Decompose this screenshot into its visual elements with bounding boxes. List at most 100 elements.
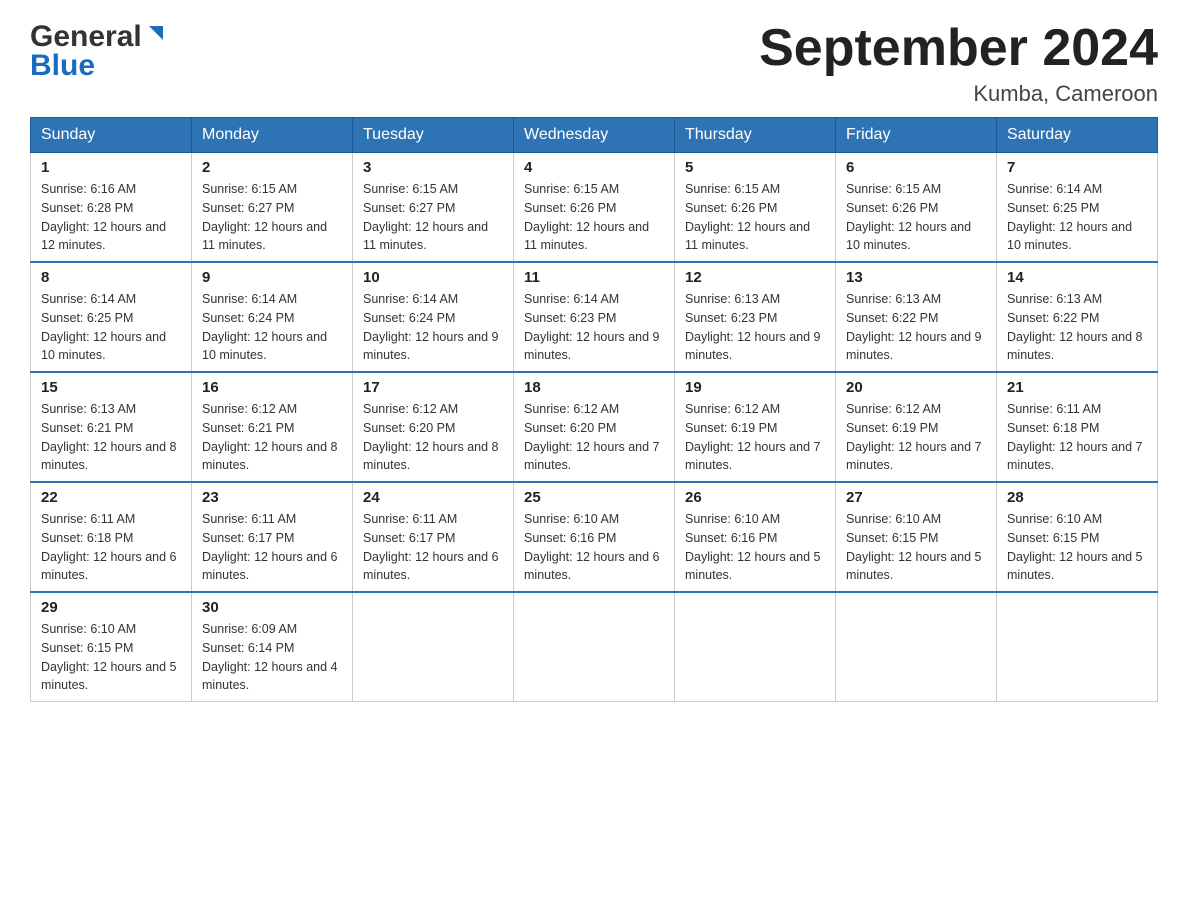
- day-number: 28: [1007, 489, 1147, 506]
- day-info: Sunrise: 6:10 AMSunset: 6:15 PMDaylight:…: [1007, 510, 1147, 585]
- title-section: September 2024 Kumba, Cameroon: [759, 20, 1158, 107]
- day-info: Sunrise: 6:12 AMSunset: 6:19 PMDaylight:…: [846, 400, 986, 475]
- day-number: 15: [41, 379, 181, 396]
- calendar-header-monday: Monday: [192, 118, 353, 153]
- calendar-cell: 28 Sunrise: 6:10 AMSunset: 6:15 PMDayligh…: [997, 482, 1158, 592]
- calendar-cell: 5 Sunrise: 6:15 AMSunset: 6:26 PMDaylight…: [675, 153, 836, 263]
- day-number: 12: [685, 269, 825, 286]
- calendar-cell: [836, 592, 997, 702]
- day-number: 21: [1007, 379, 1147, 396]
- calendar-cell: 17 Sunrise: 6:12 AMSunset: 6:20 PMDayligh…: [353, 372, 514, 482]
- day-info: Sunrise: 6:14 AMSunset: 6:23 PMDaylight:…: [524, 290, 664, 365]
- day-number: 10: [363, 269, 503, 286]
- day-number: 27: [846, 489, 986, 506]
- calendar-week-row: 29Sunrise: 6:10 AMSunset: 6:15 PMDayligh…: [31, 592, 1158, 702]
- calendar-cell: 25 Sunrise: 6:10 AMSunset: 6:16 PMDayligh…: [514, 482, 675, 592]
- calendar-cell: [353, 592, 514, 702]
- day-number: 22: [41, 489, 181, 506]
- calendar-cell: 23Sunrise: 6:11 AMSunset: 6:17 PMDayligh…: [192, 482, 353, 592]
- day-number: 9: [202, 269, 342, 286]
- month-title: September 2024: [759, 20, 1158, 77]
- calendar-cell: 14Sunrise: 6:13 AMSunset: 6:22 PMDayligh…: [997, 262, 1158, 372]
- calendar-table: SundayMondayTuesdayWednesdayThursdayFrid…: [30, 117, 1158, 702]
- day-number: 8: [41, 269, 181, 286]
- calendar-cell: 4 Sunrise: 6:15 AMSunset: 6:26 PMDaylight…: [514, 153, 675, 263]
- day-info: Sunrise: 6:15 AMSunset: 6:27 PMDaylight:…: [363, 180, 503, 255]
- calendar-cell: 18 Sunrise: 6:12 AMSunset: 6:20 PMDayligh…: [514, 372, 675, 482]
- day-info: Sunrise: 6:12 AMSunset: 6:21 PMDaylight:…: [202, 400, 342, 475]
- calendar-cell: 19Sunrise: 6:12 AMSunset: 6:19 PMDayligh…: [675, 372, 836, 482]
- day-info: Sunrise: 6:16 AMSunset: 6:28 PMDaylight:…: [41, 180, 181, 255]
- day-number: 11: [524, 269, 664, 286]
- day-number: 5: [685, 159, 825, 176]
- day-info: Sunrise: 6:10 AMSunset: 6:15 PMDaylight:…: [41, 620, 181, 695]
- day-number: 13: [846, 269, 986, 286]
- logo: General Blue: [30, 20, 167, 83]
- calendar-cell: [675, 592, 836, 702]
- calendar-cell: 24Sunrise: 6:11 AMSunset: 6:17 PMDayligh…: [353, 482, 514, 592]
- day-info: Sunrise: 6:15 AMSunset: 6:26 PMDaylight:…: [524, 180, 664, 255]
- calendar-cell: 21 Sunrise: 6:11 AMSunset: 6:18 PMDayligh…: [997, 372, 1158, 482]
- day-info: Sunrise: 6:11 AMSunset: 6:17 PMDaylight:…: [202, 510, 342, 585]
- day-number: 4: [524, 159, 664, 176]
- calendar-cell: 1 Sunrise: 6:16 AMSunset: 6:28 PMDaylight…: [31, 153, 192, 263]
- day-info: Sunrise: 6:13 AMSunset: 6:21 PMDaylight:…: [41, 400, 181, 475]
- calendar-cell: 29Sunrise: 6:10 AMSunset: 6:15 PMDayligh…: [31, 592, 192, 702]
- calendar-cell: 26 Sunrise: 6:10 AMSunset: 6:16 PMDayligh…: [675, 482, 836, 592]
- day-number: 1: [41, 159, 181, 176]
- day-number: 6: [846, 159, 986, 176]
- day-info: Sunrise: 6:14 AMSunset: 6:24 PMDaylight:…: [202, 290, 342, 365]
- day-info: Sunrise: 6:10 AMSunset: 6:16 PMDaylight:…: [685, 510, 825, 585]
- logo-arrow-icon: [145, 22, 167, 49]
- day-number: 26: [685, 489, 825, 506]
- day-info: Sunrise: 6:12 AMSunset: 6:20 PMDaylight:…: [363, 400, 503, 475]
- day-info: Sunrise: 6:15 AMSunset: 6:26 PMDaylight:…: [685, 180, 825, 255]
- calendar-cell: 9 Sunrise: 6:14 AMSunset: 6:24 PMDaylight…: [192, 262, 353, 372]
- logo-blue-text: Blue: [30, 49, 95, 83]
- calendar-cell: 7 Sunrise: 6:14 AMSunset: 6:25 PMDaylight…: [997, 153, 1158, 263]
- calendar-cell: [997, 592, 1158, 702]
- calendar-cell: 16 Sunrise: 6:12 AMSunset: 6:21 PMDayligh…: [192, 372, 353, 482]
- calendar-cell: 8 Sunrise: 6:14 AMSunset: 6:25 PMDaylight…: [31, 262, 192, 372]
- day-info: Sunrise: 6:15 AMSunset: 6:27 PMDaylight:…: [202, 180, 342, 255]
- day-info: Sunrise: 6:10 AMSunset: 6:16 PMDaylight:…: [524, 510, 664, 585]
- calendar-cell: 11 Sunrise: 6:14 AMSunset: 6:23 PMDayligh…: [514, 262, 675, 372]
- day-number: 14: [1007, 269, 1147, 286]
- day-info: Sunrise: 6:14 AMSunset: 6:24 PMDaylight:…: [363, 290, 503, 365]
- calendar-header-tuesday: Tuesday: [353, 118, 514, 153]
- day-number: 2: [202, 159, 342, 176]
- day-number: 17: [363, 379, 503, 396]
- calendar-header-saturday: Saturday: [997, 118, 1158, 153]
- calendar-cell: 2 Sunrise: 6:15 AMSunset: 6:27 PMDaylight…: [192, 153, 353, 263]
- day-number: 18: [524, 379, 664, 396]
- calendar-week-row: 22 Sunrise: 6:11 AMSunset: 6:18 PMDayligh…: [31, 482, 1158, 592]
- calendar-cell: 30 Sunrise: 6:09 AMSunset: 6:14 PMDayligh…: [192, 592, 353, 702]
- calendar-week-row: 15 Sunrise: 6:13 AMSunset: 6:21 PMDayligh…: [31, 372, 1158, 482]
- day-info: Sunrise: 6:11 AMSunset: 6:18 PMDaylight:…: [41, 510, 181, 585]
- day-info: Sunrise: 6:15 AMSunset: 6:26 PMDaylight:…: [846, 180, 986, 255]
- day-info: Sunrise: 6:11 AMSunset: 6:18 PMDaylight:…: [1007, 400, 1147, 475]
- calendar-cell: 6 Sunrise: 6:15 AMSunset: 6:26 PMDaylight…: [836, 153, 997, 263]
- calendar-cell: 10 Sunrise: 6:14 AMSunset: 6:24 PMDayligh…: [353, 262, 514, 372]
- calendar-week-row: 8 Sunrise: 6:14 AMSunset: 6:25 PMDaylight…: [31, 262, 1158, 372]
- calendar-cell: 27Sunrise: 6:10 AMSunset: 6:15 PMDayligh…: [836, 482, 997, 592]
- calendar-cell: [514, 592, 675, 702]
- day-info: Sunrise: 6:14 AMSunset: 6:25 PMDaylight:…: [41, 290, 181, 365]
- day-number: 16: [202, 379, 342, 396]
- calendar-header-row: SundayMondayTuesdayWednesdayThursdayFrid…: [31, 118, 1158, 153]
- day-number: 20: [846, 379, 986, 396]
- day-number: 30: [202, 599, 342, 616]
- day-number: 19: [685, 379, 825, 396]
- calendar-header-friday: Friday: [836, 118, 997, 153]
- day-number: 7: [1007, 159, 1147, 176]
- day-number: 24: [363, 489, 503, 506]
- day-number: 25: [524, 489, 664, 506]
- calendar-header-thursday: Thursday: [675, 118, 836, 153]
- calendar-cell: 12Sunrise: 6:13 AMSunset: 6:23 PMDayligh…: [675, 262, 836, 372]
- day-info: Sunrise: 6:12 AMSunset: 6:20 PMDaylight:…: [524, 400, 664, 475]
- day-info: Sunrise: 6:14 AMSunset: 6:25 PMDaylight:…: [1007, 180, 1147, 255]
- calendar-cell: 3Sunrise: 6:15 AMSunset: 6:27 PMDaylight…: [353, 153, 514, 263]
- calendar-cell: 22 Sunrise: 6:11 AMSunset: 6:18 PMDayligh…: [31, 482, 192, 592]
- day-info: Sunrise: 6:09 AMSunset: 6:14 PMDaylight:…: [202, 620, 342, 695]
- page-header: General Blue September 2024 Kumba, Camer…: [30, 20, 1158, 107]
